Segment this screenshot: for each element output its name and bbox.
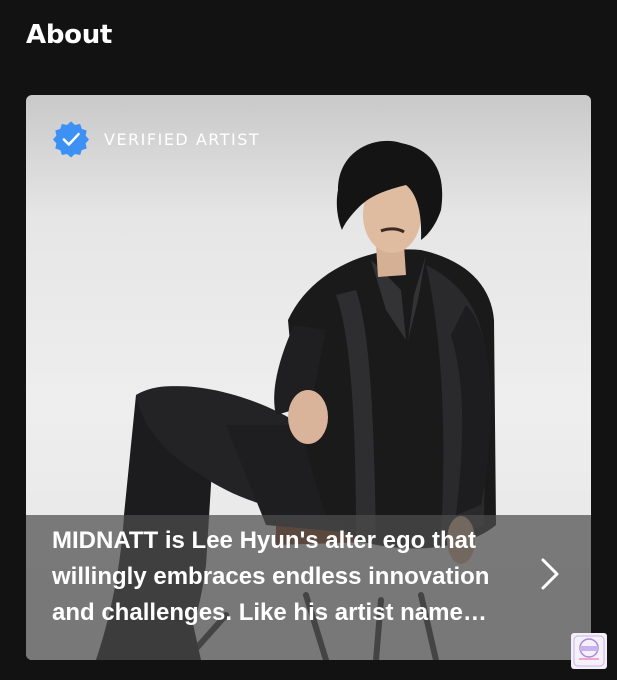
verified-artist-badge: VERIFIED ARTIST (52, 120, 260, 158)
about-card[interactable]: VERIFIED ARTIST MIDNATT is Lee Hyun's al… (26, 95, 591, 660)
verified-artist-label: VERIFIED ARTIST (104, 129, 261, 149)
chevron-right-icon[interactable] (539, 557, 561, 591)
artist-bio: MIDNATT is Lee Hyun's alter ego that wil… (52, 527, 490, 626)
watermark-logo (571, 633, 607, 669)
bio-overlay[interactable]: MIDNATT is Lee Hyun's alter ego that wil… (26, 515, 591, 660)
section-title: About (26, 20, 113, 50)
verified-check-icon (52, 121, 90, 158)
